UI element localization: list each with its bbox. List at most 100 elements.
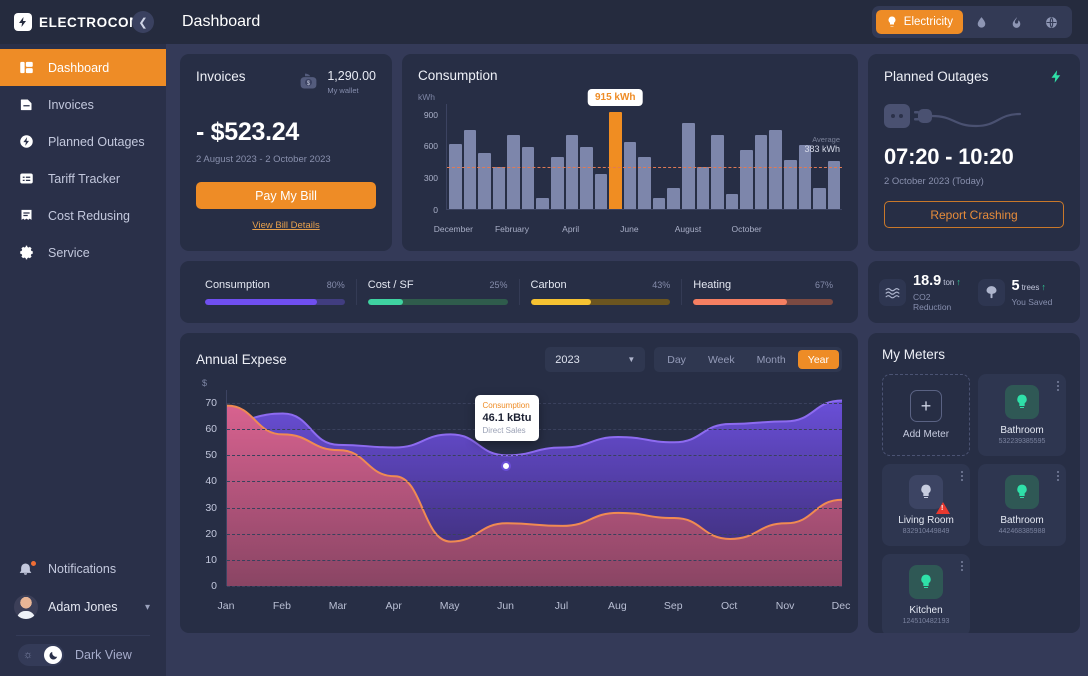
bar[interactable] bbox=[769, 130, 782, 210]
bar[interactable] bbox=[813, 188, 826, 209]
notification-badge bbox=[30, 560, 37, 567]
year-select[interactable]: 2023 ▼ bbox=[545, 347, 645, 372]
meter-menu-icon[interactable] bbox=[961, 471, 963, 483]
bar[interactable] bbox=[682, 123, 695, 209]
metric-track bbox=[531, 299, 671, 305]
meter-bulb-icon bbox=[909, 565, 943, 599]
bell-icon bbox=[18, 561, 35, 578]
annual-tooltip: Consumption 46.1 kBtu Direct Sales bbox=[475, 395, 540, 441]
invoice-period: 2 August 2023 - 2 October 2023 bbox=[196, 154, 376, 165]
list-card-icon bbox=[18, 170, 35, 187]
meters-grid: +Add MeterBathroom532239385595Living Roo… bbox=[882, 374, 1066, 633]
annual-y-axis: 706050403020100 bbox=[196, 390, 222, 586]
meter-tile[interactable]: Kitchen124510482193 bbox=[882, 554, 970, 633]
bar[interactable] bbox=[799, 145, 812, 209]
gridline bbox=[227, 508, 842, 509]
theme-switch[interactable]: ☼ bbox=[18, 644, 64, 666]
bar[interactable] bbox=[566, 135, 579, 209]
meter-tile[interactable]: Bathroom442468385988 bbox=[978, 464, 1066, 546]
metric-cost-sf: Cost / SF25% bbox=[357, 279, 520, 305]
x-tick-label: August bbox=[675, 224, 701, 234]
bar[interactable] bbox=[478, 153, 491, 209]
bar[interactable] bbox=[536, 198, 549, 209]
average-value: 383 kWh bbox=[804, 144, 840, 154]
user-menu[interactable]: Adam Jones ▾ bbox=[0, 587, 166, 627]
view-bill-details-link[interactable]: View Bill Details bbox=[196, 220, 376, 231]
tree-icon bbox=[978, 279, 1005, 306]
bar[interactable] bbox=[609, 112, 622, 209]
bar[interactable] bbox=[624, 142, 637, 209]
co2-reduction-stat: 18.9ton↑ CO2 Reduction bbox=[879, 272, 971, 312]
bar[interactable] bbox=[726, 194, 739, 209]
sidebar-collapse-icon[interactable]: ❮ bbox=[132, 11, 154, 33]
meter-tile[interactable]: Bathroom532239385595 bbox=[978, 374, 1066, 456]
fuel-tab-global[interactable] bbox=[1035, 10, 1068, 34]
tab-day[interactable]: Day bbox=[657, 350, 696, 369]
sidebar-item-service[interactable]: Service bbox=[0, 234, 166, 271]
metric-percent: 80% bbox=[327, 280, 345, 290]
globe-icon bbox=[1045, 16, 1058, 29]
my-meters-card: My Meters +Add MeterBathroom532239385595… bbox=[868, 333, 1080, 633]
meter-tile[interactable]: Living Room832910449849 bbox=[882, 464, 970, 546]
meter-bulb-icon bbox=[909, 475, 943, 509]
bar[interactable] bbox=[580, 147, 593, 209]
notifications-item[interactable]: Notifications bbox=[0, 551, 166, 587]
metric-heating: Heating67% bbox=[682, 279, 844, 305]
bar[interactable] bbox=[667, 188, 680, 209]
fuel-tab-water[interactable] bbox=[965, 10, 998, 34]
bar[interactable] bbox=[595, 174, 608, 209]
sidebar-item-label: Invoices bbox=[48, 98, 94, 112]
annual-data-point[interactable] bbox=[501, 461, 511, 471]
receipt-icon bbox=[18, 207, 35, 224]
chevron-down-icon[interactable]: ▾ bbox=[145, 602, 150, 613]
add-meter-tile[interactable]: +Add Meter bbox=[882, 374, 970, 456]
fuel-tab-electricity[interactable]: Electricity bbox=[876, 10, 963, 34]
consumption-card: Consumption kWh 9006003000 Average 383 k… bbox=[402, 54, 858, 251]
sidebar-item-label: Tariff Tracker bbox=[48, 172, 120, 186]
sidebar-item-cost-redusing[interactable]: Cost Redusing bbox=[0, 197, 166, 234]
tab-year[interactable]: Year bbox=[798, 350, 839, 369]
tab-month[interactable]: Month bbox=[747, 350, 796, 369]
trees-unit: trees bbox=[1022, 283, 1040, 292]
bar[interactable] bbox=[507, 135, 520, 209]
pay-my-bill-button[interactable]: Pay My Bill bbox=[196, 182, 376, 209]
metric-label: Carbon bbox=[531, 279, 567, 291]
y-tick: 300 bbox=[424, 173, 438, 183]
y-tick: 30 bbox=[205, 502, 217, 514]
bar[interactable] bbox=[449, 144, 462, 209]
bar[interactable] bbox=[493, 167, 506, 209]
range-tabs: Day Week Month Year bbox=[654, 347, 842, 372]
tooltip-value: 46.1 kBtu bbox=[483, 412, 532, 424]
bar[interactable] bbox=[740, 150, 753, 209]
bar[interactable] bbox=[551, 157, 564, 209]
bar[interactable] bbox=[653, 198, 666, 209]
dark-view-toggle[interactable]: ☼ Dark View bbox=[0, 644, 166, 666]
sidebar-divider bbox=[16, 635, 150, 636]
meter-id: 442468385988 bbox=[999, 528, 1046, 535]
brand-name: ELECTROCON bbox=[39, 15, 140, 30]
bar[interactable] bbox=[755, 135, 768, 209]
meter-menu-icon[interactable] bbox=[961, 561, 963, 573]
sidebar-item-tariff-tracker[interactable]: Tariff Tracker bbox=[0, 160, 166, 197]
metric-fill bbox=[693, 299, 787, 305]
water-drop-icon bbox=[975, 16, 988, 29]
bar[interactable] bbox=[711, 135, 724, 209]
bar[interactable] bbox=[464, 130, 477, 210]
fuel-tab-gas[interactable] bbox=[1000, 10, 1033, 34]
gridline bbox=[227, 560, 842, 561]
meter-menu-icon[interactable] bbox=[1057, 471, 1059, 483]
sidebar-item-invoices[interactable]: Invoices bbox=[0, 86, 166, 123]
sidebar-item-dashboard[interactable]: Dashboard bbox=[0, 49, 166, 86]
x-tick-label: Feb bbox=[273, 600, 291, 612]
wallet-summary: $ 1,290.00 My wallet bbox=[296, 67, 376, 95]
report-crashing-button[interactable]: Report Crashing bbox=[884, 201, 1064, 228]
bar[interactable] bbox=[522, 147, 535, 209]
metric-fill bbox=[205, 299, 317, 305]
consumption-highlight-tooltip: 915 kWh bbox=[588, 89, 643, 106]
sidebar-item-planned-outages[interactable]: Planned Outages bbox=[0, 123, 166, 160]
bar[interactable] bbox=[697, 167, 710, 209]
bar[interactable] bbox=[638, 157, 651, 209]
fuel-tab-label: Electricity bbox=[904, 16, 953, 28]
tab-week[interactable]: Week bbox=[698, 350, 745, 369]
meter-menu-icon[interactable] bbox=[1057, 381, 1059, 393]
